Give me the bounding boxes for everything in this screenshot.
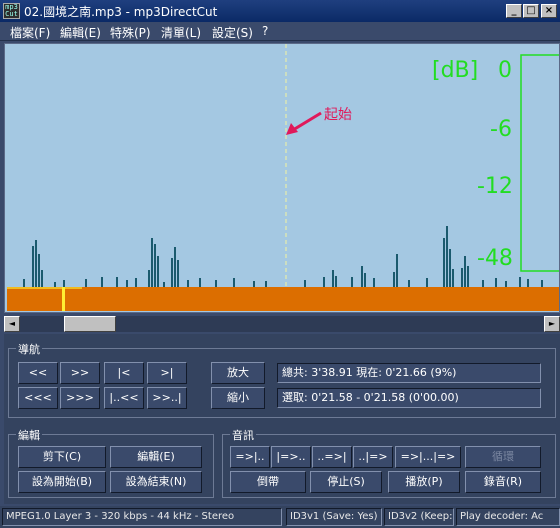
- edit-button[interactable]: 編輯(E): [110, 446, 202, 468]
- nav-back-button[interactable]: <<: [18, 362, 58, 384]
- waveform-view[interactable]: [dB] 0 -6 -12 -48 起始: [4, 43, 560, 313]
- rewind-button[interactable]: 倒帶: [230, 471, 306, 493]
- set-end-button[interactable]: 設為結束(N): [110, 471, 202, 493]
- play-from-cut-button[interactable]: |=>..: [271, 446, 311, 468]
- timeline-position-marker[interactable]: [62, 287, 65, 311]
- edit-group-label: 編輯: [16, 427, 42, 443]
- status-decoder: Play decoder: Ac: [456, 508, 560, 526]
- nav-sel-end-button[interactable]: >>..|: [147, 387, 187, 409]
- status-id3v1: ID3v1 (Save: Yes): [286, 508, 382, 526]
- title-bar[interactable]: mp3 Cut 02.國境之南.mp3 - mp3DirectCut _ □ ×: [0, 0, 560, 22]
- db-level-6: -6: [490, 117, 512, 142]
- maximize-button[interactable]: □: [523, 4, 539, 18]
- stop-button[interactable]: 停止(S): [310, 471, 382, 493]
- window-title: 02.國境之南.mp3 - mp3DirectCut: [24, 5, 218, 19]
- zoom-out-button[interactable]: 縮小: [211, 387, 265, 409]
- start-arrow-icon: [292, 111, 322, 132]
- menu-file[interactable]: 檔案(F): [10, 24, 50, 41]
- nav-forward-button[interactable]: >>: [60, 362, 100, 384]
- level-meter: [520, 54, 559, 272]
- db-unit-label: [dB]: [432, 58, 479, 83]
- zoom-in-button[interactable]: 放大: [211, 362, 265, 384]
- nav-to-end-button[interactable]: >|: [147, 362, 187, 384]
- db-level-48: -48: [477, 246, 513, 271]
- minimize-button[interactable]: _: [506, 4, 522, 18]
- app-logo-icon: mp3 Cut: [3, 3, 20, 19]
- menu-list[interactable]: 清單(L): [161, 24, 201, 41]
- scroll-left-icon[interactable]: ◄: [4, 316, 20, 332]
- selection-highlight: [7, 287, 82, 289]
- audio-group-label: 音訊: [230, 427, 256, 443]
- play-to-sel-button[interactable]: ..=>|: [312, 446, 352, 468]
- control-panel: 導航 << >> |< >| <<< >>> |..<< >>..| 放大 縮小…: [4, 334, 560, 504]
- selection-display: 選取: 0'21.58 - 0'21.58 (0'00.00): [277, 388, 541, 408]
- nav-fast-back-button[interactable]: <<<: [18, 387, 58, 409]
- scroll-right-icon[interactable]: ►: [544, 316, 560, 332]
- loop-button[interactable]: 循環: [465, 446, 541, 468]
- cut-button[interactable]: 剪下(C): [18, 446, 106, 468]
- nav-fast-forward-button[interactable]: >>>: [60, 387, 100, 409]
- status-format: MPEG1.0 Layer 3 - 320 kbps - 44 kHz - St…: [2, 508, 282, 526]
- menu-special[interactable]: 特殊(P): [110, 24, 151, 41]
- nav-to-begin-button[interactable]: |<: [104, 362, 144, 384]
- position-display: 總共: 3'38.91 現在: 0'21.66 (9%): [277, 363, 541, 383]
- db-level-12: -12: [477, 174, 513, 199]
- play-button[interactable]: 播放(P): [388, 471, 460, 493]
- record-button[interactable]: 錄音(R): [465, 471, 541, 493]
- start-marker-label: 起始: [324, 107, 352, 123]
- menu-help[interactable]: ?: [262, 24, 268, 38]
- menu-bar: 檔案(F) 編輯(E) 特殊(P) 清單(L) 設定(S) ?: [0, 22, 560, 41]
- menu-edit[interactable]: 編輯(E): [60, 24, 101, 41]
- play-from-sel-button[interactable]: ..|=>: [353, 446, 393, 468]
- db-level-0: 0: [498, 58, 512, 83]
- timeline-bar[interactable]: [7, 287, 559, 311]
- menu-settings[interactable]: 設定(S): [212, 24, 253, 41]
- status-bar: MPEG1.0 Layer 3 - 320 kbps - 44 kHz - St…: [0, 506, 560, 528]
- waveform-peaks: [23, 226, 543, 287]
- play-to-cut-button[interactable]: =>|..: [230, 446, 270, 468]
- set-begin-button[interactable]: 設為開始(B): [18, 471, 106, 493]
- app-window: mp3 Cut 02.國境之南.mp3 - mp3DirectCut _ □ × …: [0, 0, 560, 528]
- status-id3v2: ID3v2 (Keep:: [384, 508, 454, 526]
- navigation-group-label: 導航: [16, 341, 42, 357]
- close-button[interactable]: ×: [541, 4, 557, 18]
- nav-sel-begin-button[interactable]: |..<<: [104, 387, 144, 409]
- scroll-thumb[interactable]: [64, 316, 116, 332]
- play-around-button[interactable]: =>|...|=>: [395, 446, 461, 468]
- horizontal-scrollbar[interactable]: ◄ ►: [4, 316, 560, 332]
